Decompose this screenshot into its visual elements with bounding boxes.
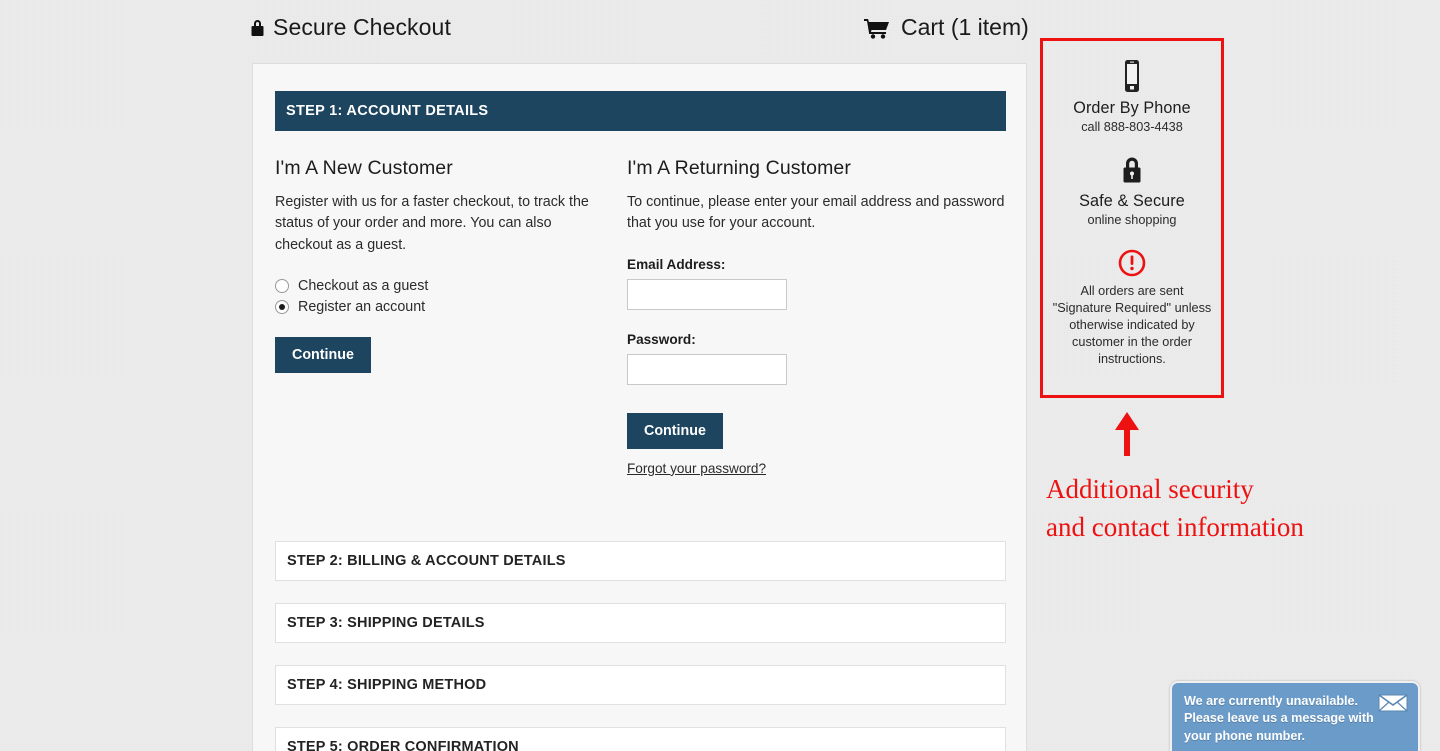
shopping-cart-icon [864, 17, 891, 39]
returning-customer-description: To continue, please enter your email add… [627, 194, 1005, 232]
secure-checkout-label: Secure Checkout [273, 14, 451, 40]
step-2-row[interactable]: STEP 2: BILLING & ACCOUNT DETAILS [275, 541, 1006, 581]
radio-label-guest: Checkout as a guest [298, 277, 429, 294]
order-by-phone-number: call 888-803-4438 [1081, 120, 1183, 134]
signature-required-note: All orders are sent "Signature Required"… [1052, 284, 1212, 366]
page-root: Secure Checkout Cart (1 item) STEP 1: AC… [0, 0, 1440, 751]
step-5-row[interactable]: STEP 5: ORDER CONFIRMATION [275, 727, 1006, 751]
password-label: Password: [627, 331, 696, 347]
annotation-line-2: and contact information [1046, 512, 1304, 543]
step-1-header[interactable]: STEP 1: ACCOUNT DETAILS [275, 91, 1006, 131]
checkout-card: STEP 1: ACCOUNT DETAILS I'm A New Custom… [252, 63, 1027, 751]
padlock-icon [1043, 154, 1221, 186]
forgot-password-link[interactable]: Forgot your password? [627, 461, 766, 476]
password-input[interactable] [627, 353, 787, 385]
mobile-phone-icon [1043, 59, 1221, 93]
returning-customer-column: I'm A Returning Customer To continue, pl… [627, 157, 1006, 478]
email-label: Email Address: [627, 256, 726, 272]
radio-indicator-register[interactable] [275, 299, 289, 314]
step-4-row[interactable]: STEP 4: SHIPPING METHOD [275, 665, 1006, 705]
up-arrow-icon [1114, 412, 1140, 461]
checkout-steps-list: STEP 2: BILLING & ACCOUNT DETAILS STEP 3… [275, 541, 1006, 751]
safe-secure-title: Safe & Secure [1079, 192, 1185, 210]
cart-link[interactable]: Cart (1 item) [864, 14, 1029, 41]
order-by-phone-title: Order By Phone [1073, 99, 1191, 117]
chat-message: We are currently unavailable. Please lea… [1184, 694, 1374, 743]
annotation-line-1: Additional security [1046, 474, 1254, 504]
customer-type-radio-group: Checkout as a guest Register an account [275, 275, 605, 317]
email-input[interactable] [627, 278, 787, 310]
step-3-row[interactable]: STEP 3: SHIPPING DETAILS [275, 603, 1006, 643]
radio-register-account[interactable]: Register an account [275, 296, 605, 317]
security-contact-sidebar: Order By Phone call 888-803-4438 Safe & … [1040, 38, 1224, 398]
new-customer-heading: I'm A New Customer [275, 157, 453, 179]
new-customer-column: I'm A New Customer Register with us for … [275, 157, 605, 374]
step-2-label: STEP 2: BILLING & ACCOUNT DETAILS [287, 553, 566, 569]
exclamation-circle-icon [1043, 248, 1221, 278]
chat-widget[interactable]: We are currently unavailable. Please lea… [1170, 681, 1420, 751]
top-bar: Secure Checkout Cart (1 item) [0, 0, 1440, 56]
returning-customer-heading: I'm A Returning Customer [627, 157, 851, 179]
step-3-label: STEP 3: SHIPPING DETAILS [287, 615, 485, 631]
radio-label-register: Register an account [298, 298, 426, 315]
annotation-text: Additional security and contact informat… [1046, 470, 1426, 547]
cart-label: Cart (1 item) [901, 14, 1029, 40]
lock-icon [250, 18, 265, 38]
envelope-icon[interactable] [1378, 693, 1408, 713]
radio-checkout-as-guest[interactable]: Checkout as a guest [275, 275, 605, 296]
step-5-label: STEP 5: ORDER CONFIRMATION [287, 739, 519, 751]
step-1-header-label: STEP 1: ACCOUNT DETAILS [286, 103, 489, 119]
step-4-label: STEP 4: SHIPPING METHOD [287, 677, 487, 693]
returning-customer-continue-button[interactable]: Continue [627, 412, 723, 449]
new-customer-description: Register with us for a faster checkout, … [275, 194, 589, 253]
new-customer-continue-button[interactable]: Continue [275, 337, 371, 374]
secure-checkout-heading: Secure Checkout [250, 14, 451, 41]
safe-secure-subtitle: online shopping [1087, 213, 1177, 227]
radio-indicator-guest[interactable] [275, 278, 289, 293]
